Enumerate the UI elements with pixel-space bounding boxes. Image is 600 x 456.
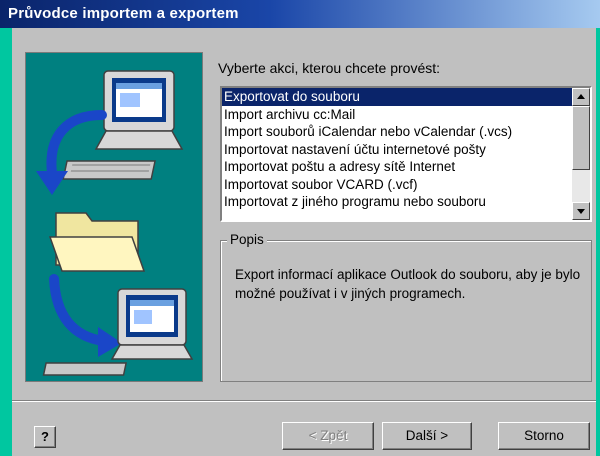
description-text: Export informací aplikace Outlook do sou… [235,267,581,301]
arrow-up-icon [577,94,585,99]
window-title: Průvodce importem a exportem [0,0,600,28]
next-button[interactable]: Další > [382,422,472,450]
arrow-down-icon [577,209,585,214]
action-prompt-label: Vyberte akci, kterou chcete provést: [218,60,441,76]
import-export-wizard: Průvodce importem a exportem Vyberte akc… [0,0,600,456]
list-item-import-other-program[interactable]: Importovat z jiného programu nebo soubor… [222,193,572,211]
list-item-import-account-settings[interactable]: Importovat nastavení účtu internetové po… [222,141,572,159]
list-item-import-internet-mail[interactable]: Importovat poštu a adresy sítě Internet [222,158,572,176]
dialog-body: Vyberte akci, kterou chcete provést: Exp… [12,28,596,456]
desktop-edge [0,28,12,456]
arrow-icon-bottom [49,274,109,346]
wizard-illustration [25,52,203,382]
scroll-thumb[interactable] [572,106,590,170]
cancel-button[interactable]: Storno [498,422,590,450]
description-legend: Popis [227,232,267,247]
import-export-illustration-icon [36,70,194,376]
folder-icon [48,212,146,272]
desktop-edge-right [596,28,600,456]
scroll-up-button[interactable] [572,88,590,106]
computer-icon-bottom [42,288,194,376]
footer-separator [12,400,596,402]
back-button[interactable]: < Zpět [282,422,374,450]
list-item-import-ccmail[interactable]: Import archivu cc:Mail [222,106,572,124]
list-item-export-to-file[interactable]: Exportovat do souboru [222,88,572,106]
computer-icon-top [62,70,184,180]
listbox-scrollbar[interactable] [572,88,590,220]
help-button[interactable]: ? [34,426,56,448]
list-item-import-icalendar[interactable]: Import souborů iCalendar nebo vCalendar … [222,123,572,141]
scroll-down-button[interactable] [572,202,590,220]
description-group: Popis Export informací aplikace Outlook … [220,232,592,382]
action-listbox[interactable]: Exportovat do souboru Import archivu cc:… [220,86,592,222]
list-item-import-vcard[interactable]: Importovat soubor VCARD (.vcf) [222,176,572,194]
